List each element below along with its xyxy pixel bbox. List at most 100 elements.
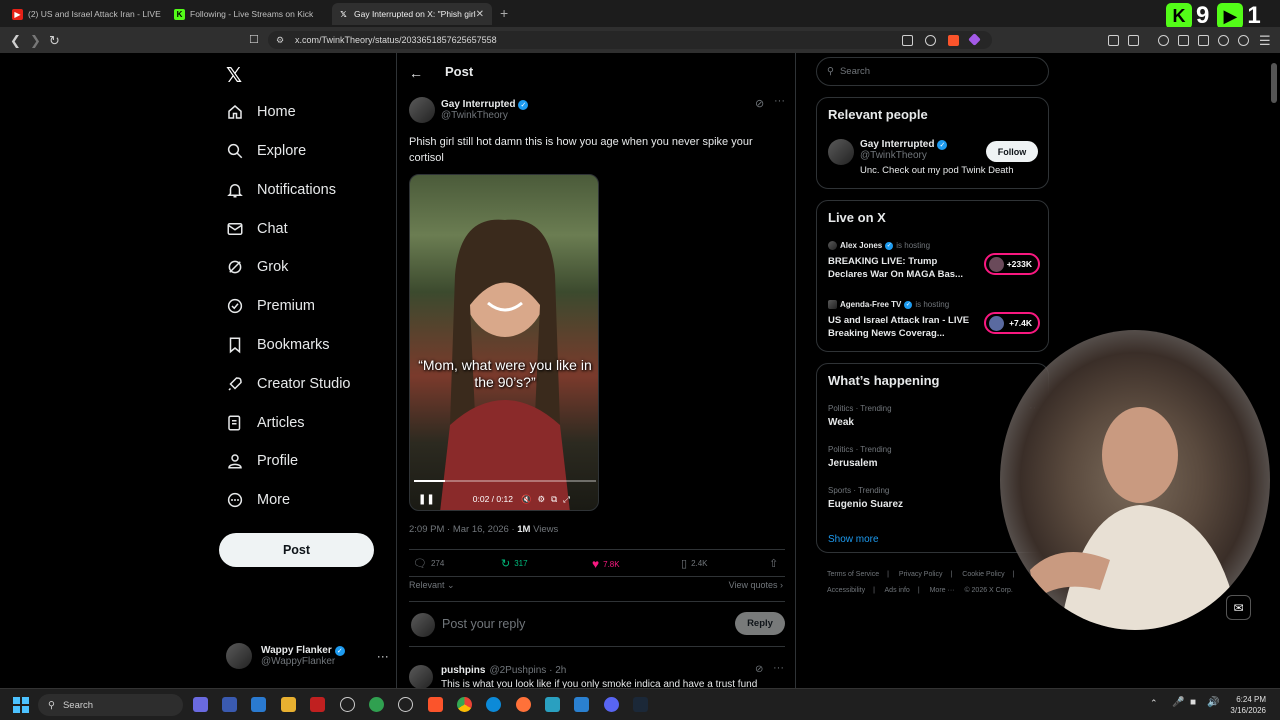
live-listeners-pill[interactable]: +233K bbox=[984, 253, 1040, 275]
video-progress-track[interactable] bbox=[414, 480, 596, 482]
page-scrollbar[interactable] bbox=[1271, 63, 1277, 103]
video-player[interactable]: “Mom, what were you like in the 90’s?” ❚… bbox=[409, 174, 599, 511]
x-logo-icon[interactable]: 𝕏 bbox=[226, 63, 242, 88]
vpn-icon[interactable] bbox=[1238, 35, 1249, 46]
sidebar-item-chat[interactable]: Chat bbox=[226, 217, 288, 241]
pip-icon[interactable]: ⧉ bbox=[551, 494, 557, 505]
file-explorer-icon[interactable] bbox=[281, 697, 296, 712]
back-icon[interactable]: ❮ bbox=[10, 33, 21, 49]
view-quotes-link[interactable]: View quotes › bbox=[729, 580, 783, 590]
live-item[interactable]: Alex Jones ✓ is hosting BREAKING LIVE: Tru… bbox=[828, 241, 1040, 281]
reload-icon[interactable]: ↻ bbox=[49, 33, 60, 49]
person-name[interactable]: Gay Interrupted bbox=[860, 139, 934, 150]
edge-icon[interactable] bbox=[486, 697, 501, 712]
app-icon[interactable] bbox=[369, 697, 384, 712]
search-box[interactable]: ⚲ Search bbox=[816, 57, 1049, 86]
post-button[interactable]: Post bbox=[219, 533, 374, 567]
taskbar-clock[interactable]: 6:24 PM 3/16/2026 bbox=[1230, 694, 1266, 716]
cast-icon[interactable] bbox=[902, 35, 913, 46]
pause-icon[interactable]: ❚❚ bbox=[418, 494, 435, 505]
sidebar-item-notifications[interactable]: Notifications bbox=[226, 178, 336, 202]
footer-link-privacy[interactable]: Privacy Policy bbox=[899, 571, 943, 578]
bookmark-action[interactable]: ▯ 2.4K bbox=[681, 557, 708, 570]
sidebar-item-home[interactable]: Home bbox=[226, 100, 296, 124]
firefox-icon[interactable] bbox=[516, 697, 531, 712]
more-horizontal-icon[interactable]: ··· bbox=[773, 662, 784, 674]
chevron-up-icon[interactable]: ⌃ bbox=[1150, 698, 1158, 709]
taskbar-search[interactable]: ⚲ Search bbox=[38, 694, 183, 716]
microphone-icon[interactable]: 🎤 bbox=[1172, 697, 1184, 708]
sidebar-item-creator-studio[interactable]: Creator Studio bbox=[226, 372, 351, 396]
screenshot-icon[interactable] bbox=[1128, 35, 1139, 46]
brave-icon[interactable] bbox=[428, 697, 443, 712]
app-icon[interactable] bbox=[398, 697, 413, 712]
sidebar-item-bookmarks[interactable]: Bookmarks bbox=[226, 333, 330, 357]
avatar[interactable] bbox=[409, 97, 435, 123]
fullscreen-icon[interactable]: ⤢ bbox=[563, 494, 570, 505]
author-name[interactable]: Gay Interrupted bbox=[441, 99, 515, 110]
share-action[interactable]: ⇧ bbox=[769, 557, 778, 570]
app-icon[interactable] bbox=[251, 697, 266, 712]
tab-x-post[interactable]: 𝕏 Gay Interrupted on X: "Phish girl ✕ bbox=[332, 3, 492, 25]
sidebar-item-articles[interactable]: Articles bbox=[226, 411, 305, 435]
more-horizontal-icon[interactable]: ··· bbox=[377, 649, 389, 663]
author-handle[interactable]: @TwinkTheory bbox=[441, 110, 528, 121]
grok-icon[interactable]: ⊘ bbox=[755, 664, 763, 675]
trend-item[interactable]: Politics · Trending Weak ··· bbox=[828, 402, 1040, 428]
follow-button[interactable]: Follow bbox=[986, 141, 1038, 162]
search-input[interactable]: Search bbox=[840, 66, 870, 77]
chrome-icon[interactable] bbox=[457, 697, 472, 712]
leo-ai-icon[interactable] bbox=[1218, 35, 1229, 46]
avatar[interactable] bbox=[828, 139, 854, 165]
reply-button[interactable]: Reply bbox=[735, 612, 785, 635]
close-tab-icon[interactable]: ✕ bbox=[476, 9, 484, 20]
mail-icon[interactable]: ✉ bbox=[1226, 595, 1251, 620]
media-icon[interactable] bbox=[1158, 35, 1169, 46]
footer-link-terms[interactable]: Terms of Service bbox=[827, 571, 879, 578]
mute-icon[interactable]: 🔇 bbox=[521, 494, 532, 505]
footer-link-accessibility[interactable]: Accessibility bbox=[827, 587, 865, 594]
footer-link-ads[interactable]: Ads info bbox=[885, 587, 910, 594]
vscode-icon[interactable] bbox=[574, 697, 589, 712]
app-icon[interactable] bbox=[222, 697, 237, 712]
show-more-link[interactable]: Show more bbox=[828, 534, 879, 545]
new-tab-button[interactable]: + bbox=[500, 5, 508, 21]
reply-input[interactable]: Post your reply bbox=[442, 617, 525, 631]
footer-link-more[interactable]: More ··· bbox=[930, 587, 955, 594]
windows-start-icon[interactable] bbox=[13, 697, 29, 713]
task-view-icon[interactable] bbox=[193, 697, 208, 712]
repost-action[interactable]: ↻ 317 bbox=[501, 557, 528, 570]
settings-icon[interactable]: ⚙ bbox=[538, 494, 546, 505]
sidebar-icon[interactable] bbox=[1178, 35, 1189, 46]
sidebar-item-more[interactable]: More bbox=[226, 488, 290, 512]
netflix-icon[interactable] bbox=[310, 697, 325, 712]
extensions-icon[interactable] bbox=[1108, 35, 1119, 46]
app-icon[interactable] bbox=[545, 697, 560, 712]
tweet-author[interactable]: Gay Interrupted ✓ @TwinkTheory bbox=[409, 97, 529, 123]
avatar[interactable] bbox=[409, 665, 433, 688]
brave-shield-icon[interactable] bbox=[948, 35, 959, 46]
site-info-icon[interactable]: ⚙ bbox=[276, 35, 284, 46]
reply-action[interactable]: 🗨 274 bbox=[413, 557, 444, 570]
wallet-icon[interactable] bbox=[1198, 35, 1209, 46]
sidebar-item-premium[interactable]: Premium bbox=[226, 294, 315, 318]
discord-icon[interactable] bbox=[604, 697, 619, 712]
menu-icon[interactable]: ☰ bbox=[1259, 33, 1271, 49]
reply-author-name[interactable]: pushpins bbox=[441, 665, 485, 676]
more-horizontal-icon[interactable]: ··· bbox=[774, 95, 785, 107]
network-icon[interactable]: ■ bbox=[1190, 697, 1196, 708]
back-arrow-icon[interactable]: ← bbox=[409, 65, 423, 81]
steam-icon[interactable] bbox=[633, 697, 648, 712]
sidebar-item-grok[interactable]: Grok bbox=[226, 255, 288, 279]
account-switcher[interactable]: Wappy Flanker ✓ @WappyFlanker ··· bbox=[226, 643, 389, 669]
forward-icon[interactable]: ❯ bbox=[30, 33, 41, 49]
footer-link-cookies[interactable]: Cookie Policy bbox=[962, 571, 1004, 578]
sidebar-item-profile[interactable]: Profile bbox=[226, 449, 298, 473]
live-item[interactable]: Agenda-Free TV ✓ is hosting US and Israel … bbox=[828, 300, 1040, 340]
like-action[interactable]: ♥ 7.8K bbox=[592, 557, 620, 571]
share-icon[interactable] bbox=[925, 35, 936, 46]
live-listeners-pill[interactable]: +7.4K bbox=[984, 312, 1040, 334]
sidebar-item-explore[interactable]: Explore bbox=[226, 139, 306, 163]
tab-kick[interactable]: K Following - Live Streams on Kick bbox=[168, 3, 328, 25]
grok-icon[interactable]: ⊘ bbox=[755, 97, 764, 110]
